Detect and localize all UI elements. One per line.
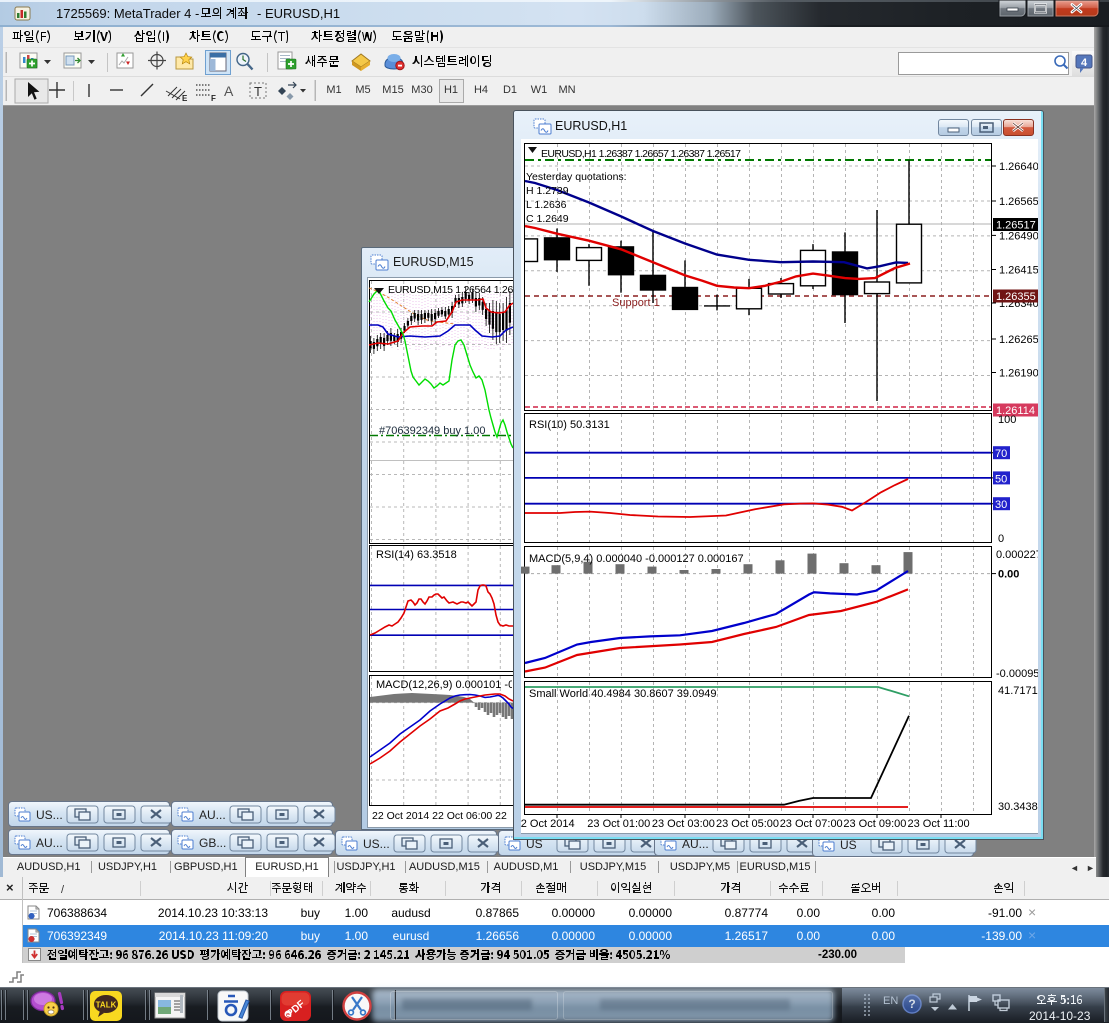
svg-text:Support 1: Support 1	[612, 297, 660, 309]
svg-text:0.00: 0.00	[998, 569, 1019, 581]
svg-text:1.26640: 1.26640	[999, 161, 1038, 173]
svg-text:RSI(10) 50.3131: RSI(10) 50.3131	[529, 419, 610, 431]
svg-text:1.26265: 1.26265	[999, 334, 1038, 346]
svg-text:50: 50	[995, 473, 1007, 485]
svg-text:100: 100	[998, 414, 1016, 426]
svg-text:L 1.2636: L 1.2636	[526, 199, 567, 211]
svg-text:T: T	[254, 84, 262, 99]
svg-text:23 Oct 09:00: 23 Oct 09:00	[843, 818, 906, 830]
svg-text:23 Oct 01:00: 23 Oct 01:00	[587, 818, 650, 830]
svg-text:TALK: TALK	[96, 1001, 117, 1010]
svg-text:-0.000958: -0.000958	[996, 668, 1038, 680]
svg-text:41.7171: 41.7171	[998, 685, 1038, 697]
svg-text:EURUSD,H1 1.26387 1.26657 1.2: EURUSD,H1 1.26387 1.26657 1.26387 1.2651…	[541, 148, 741, 160]
svg-text:C 1.2649: C 1.2649	[526, 213, 569, 225]
svg-text:1.26355: 1.26355	[996, 291, 1036, 303]
svg-text:23 Oct 07:00: 23 Oct 07:00	[780, 818, 843, 830]
svg-text:70: 70	[995, 448, 1007, 460]
svg-text:Small World 40.4984 30.8607 39: Small World 40.4984 30.8607 39.0949	[529, 688, 717, 700]
svg-text:E: E	[182, 94, 188, 103]
svg-text:23 Oct 03:00: 23 Oct 03:00	[652, 818, 715, 830]
svg-text:4: 4	[1081, 57, 1088, 69]
svg-text:H 1.2739: H 1.2739	[526, 185, 569, 197]
svg-text:Yesterday quotations:: Yesterday quotations:	[526, 171, 627, 183]
svg-text:1.26190: 1.26190	[999, 368, 1038, 380]
svg-text:e: e	[286, 1012, 290, 1019]
svg-text:0: 0	[998, 533, 1004, 545]
svg-text:0.000227: 0.000227	[996, 549, 1038, 561]
svg-text:30.3438: 30.3438	[998, 801, 1038, 813]
svg-text:F: F	[211, 94, 216, 103]
svg-text:1.26565: 1.26565	[999, 196, 1038, 208]
svg-text:23 Oct 11:00: 23 Oct 11:00	[908, 818, 970, 830]
svg-text:1.26490: 1.26490	[999, 230, 1038, 242]
svg-text:MACD(5,9,4) 0.000040 -0.000127: MACD(5,9,4) 0.000040 -0.000127 0.000167	[529, 553, 744, 565]
svg-text:30: 30	[995, 499, 1007, 511]
svg-text:23 Oct 05:00: 23 Oct 05:00	[716, 818, 779, 830]
svg-text:A: A	[224, 83, 234, 99]
svg-text:1.26415: 1.26415	[999, 265, 1038, 277]
svg-text:22 Oct 2014: 22 Oct 2014	[521, 818, 575, 830]
svg-text:1.26517: 1.26517	[996, 220, 1036, 232]
